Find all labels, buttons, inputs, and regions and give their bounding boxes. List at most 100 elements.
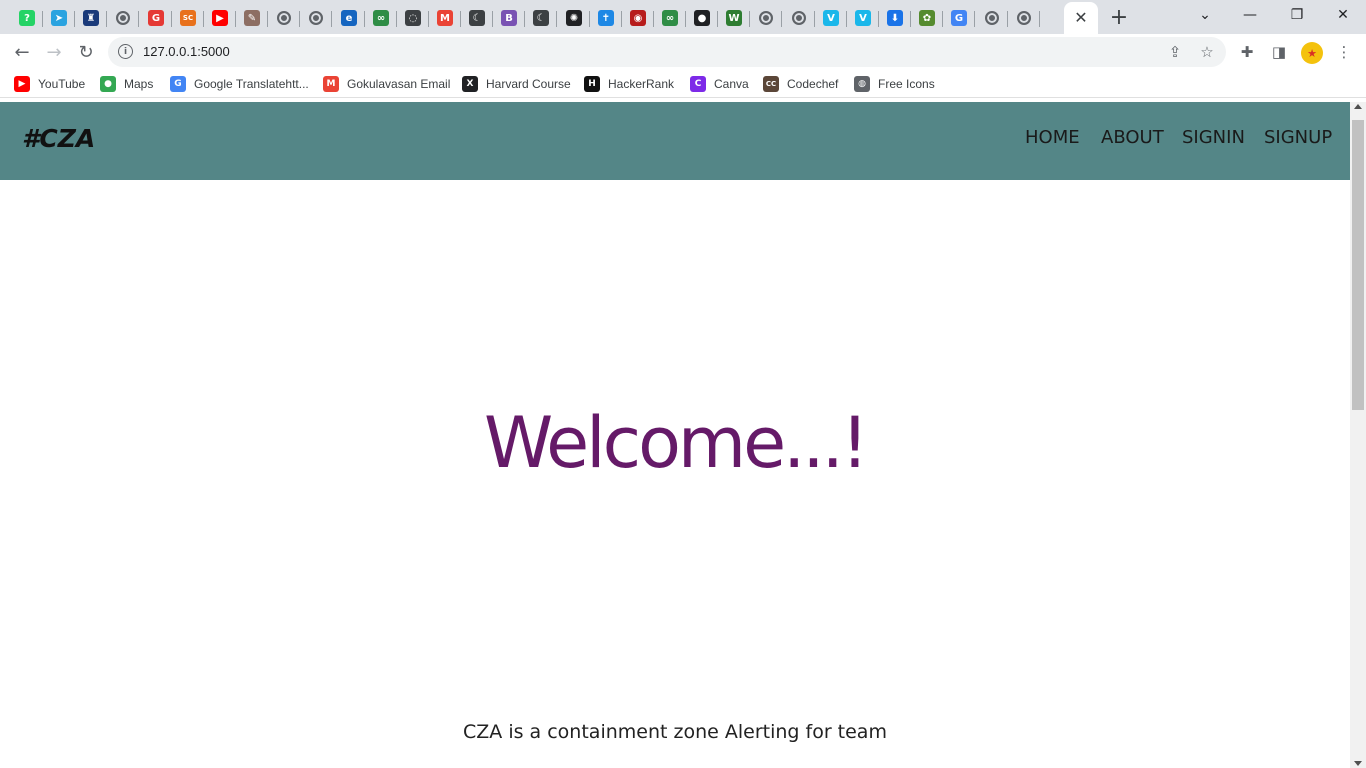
browser-tab[interactable]: G: [943, 4, 975, 32]
tab-strip: ✕ + ⌄ — ❐ ✕ ? ➤ ♜ G SC ▶ ✎ e ∞ ◌ M ☾ B ☾ ✺ ✝ ◉ ∞ ● W V V ⬇ ✿ G: [0, 0, 1366, 34]
bookmark-item[interactable]: X Harvard Course: [462, 75, 571, 93]
youtube-icon: ▶: [212, 10, 228, 26]
browser-tab[interactable]: ∞: [365, 4, 397, 32]
browser-tab[interactable]: ✺: [558, 4, 590, 32]
loop-icon: ◌: [405, 10, 421, 26]
globe-icon: [985, 11, 999, 25]
figure-icon: ♜: [83, 10, 99, 26]
bookmark-item[interactable]: H HackerRank: [584, 75, 674, 93]
forward-button[interactable]: →: [40, 38, 68, 66]
tab-separator: [974, 11, 975, 27]
browser-tab[interactable]: V: [815, 4, 847, 32]
reload-button[interactable]: ↻: [72, 38, 100, 66]
profile-avatar[interactable]: ★: [1301, 42, 1323, 64]
bookmark-star-icon[interactable]: ☆: [1198, 43, 1216, 61]
site-info-icon[interactable]: i: [118, 44, 133, 59]
browser-tab[interactable]: ✎: [236, 4, 268, 32]
youtube-icon: ▶: [14, 76, 30, 92]
browser-tab[interactable]: ✝: [590, 4, 622, 32]
browser-tab[interactable]: [107, 4, 139, 32]
browser-tab[interactable]: ?: [11, 4, 43, 32]
vertical-scrollbar[interactable]: [1350, 102, 1366, 768]
browser-tab[interactable]: ➤: [43, 4, 75, 32]
browser-tab[interactable]: ☾: [525, 4, 557, 32]
address-bar[interactable]: i 127.0.0.1:5000 ⇪ ☆: [108, 37, 1226, 67]
new-tab-button[interactable]: +: [1106, 5, 1132, 30]
close-window-button[interactable]: ✕: [1333, 4, 1353, 26]
address-url[interactable]: 127.0.0.1:5000: [143, 44, 230, 59]
welcome-heading: Welcome...!: [483, 402, 869, 484]
tagline-text: CZA is a containment zone Alerting for t…: [463, 721, 887, 743]
nav-link-signup[interactable]: SIGNUP: [1264, 127, 1332, 148]
browser-tab[interactable]: B: [493, 4, 525, 32]
tab-search-button[interactable]: ⌄: [1196, 4, 1214, 26]
browser-tab[interactable]: SC: [172, 4, 204, 32]
google-icon: G: [951, 10, 967, 26]
browser-toolbar: ← → ↻ i 127.0.0.1:5000 ⇪ ☆ ✚ ◨ ★ ⋮: [0, 34, 1366, 70]
tab-separator: [1039, 11, 1040, 27]
browser-tab[interactable]: ∞: [654, 4, 686, 32]
browser-tab[interactable]: [268, 4, 300, 32]
browser-tab[interactable]: ⬇: [879, 4, 911, 32]
bookmark-item[interactable]: ● Maps: [100, 75, 153, 93]
site-brand[interactable]: #CZA: [22, 124, 95, 153]
back-button[interactable]: ←: [8, 38, 36, 66]
geeksforgeeks-icon: ∞: [662, 10, 678, 26]
bookmark-item[interactable]: CC Codechef: [763, 75, 838, 93]
tab-separator: [331, 11, 332, 27]
browser-tab[interactable]: G: [140, 4, 172, 32]
bookmark-label: HackerRank: [608, 77, 675, 91]
browser-tab[interactable]: ◌: [397, 4, 429, 32]
nav-link-about[interactable]: ABOUT: [1101, 127, 1164, 148]
bookmark-label: Canva: [714, 77, 749, 91]
maps-pin-icon: ●: [100, 76, 116, 92]
browser-tab[interactable]: ♜: [75, 4, 107, 32]
bookmark-item[interactable]: ◍ Free Icons: [854, 75, 935, 93]
canva-icon: C: [690, 76, 706, 92]
browser-tab[interactable]: [1008, 4, 1040, 32]
extensions-puzzle-icon[interactable]: ✚: [1237, 42, 1257, 62]
download-icon: ⬇: [887, 10, 903, 26]
bookmark-label: Harvard Course: [486, 77, 571, 91]
bookmark-item[interactable]: G Google Translatehtt...: [170, 75, 309, 93]
browser-tab[interactable]: M: [429, 4, 461, 32]
browser-tab[interactable]: [783, 4, 815, 32]
browser-tab[interactable]: ☾: [461, 4, 493, 32]
restore-button[interactable]: ❐: [1287, 4, 1307, 26]
bookmark-item[interactable]: M Gokulavasan Email: [323, 75, 450, 93]
bookmark-label: Codechef: [787, 77, 839, 91]
bookmark-label: Free Icons: [878, 77, 935, 91]
close-tab-icon[interactable]: ✕: [1074, 10, 1087, 26]
browser-tab[interactable]: ✿: [911, 4, 943, 32]
browser-tab[interactable]: V: [847, 4, 879, 32]
globe-icon: [116, 11, 130, 25]
active-tab[interactable]: ✕: [1064, 2, 1098, 34]
globe-icon: [277, 11, 291, 25]
browser-tab[interactable]: ▶: [204, 4, 236, 32]
forward-arrow-icon: →: [46, 41, 62, 63]
scroll-down-arrow-icon[interactable]: [1354, 761, 1362, 766]
menu-kebab-icon[interactable]: ⋮: [1334, 42, 1354, 62]
browser-tab[interactable]: ◉: [622, 4, 654, 32]
bookmark-label: YouTube: [38, 77, 86, 91]
browser-tab[interactable]: [750, 4, 782, 32]
reload-icon: ↻: [78, 41, 94, 63]
scroll-up-arrow-icon[interactable]: [1354, 104, 1362, 109]
nav-link-signin[interactable]: SIGNIN: [1182, 127, 1245, 148]
browser-tab[interactable]: [300, 4, 332, 32]
browser-tab[interactable]: W: [718, 4, 750, 32]
w-icon: W: [726, 10, 742, 26]
share-icon[interactable]: ⇪: [1166, 43, 1184, 61]
bookmark-item[interactable]: ▶ YouTube: [14, 75, 85, 93]
side-panel-icon[interactable]: ◨: [1269, 42, 1289, 62]
minimize-button[interactable]: —: [1240, 4, 1260, 26]
telegram-icon: ➤: [51, 10, 67, 26]
browser-tab[interactable]: [976, 4, 1008, 32]
github-icon: ●: [694, 10, 710, 26]
browser-tab[interactable]: e: [333, 4, 365, 32]
browser-tab[interactable]: ●: [686, 4, 718, 32]
nav-link-home[interactable]: HOME: [1025, 127, 1080, 148]
globe-icon: ◍: [854, 76, 870, 92]
scrollbar-thumb[interactable]: [1352, 120, 1364, 410]
bookmark-item[interactable]: C Canva: [690, 75, 749, 93]
